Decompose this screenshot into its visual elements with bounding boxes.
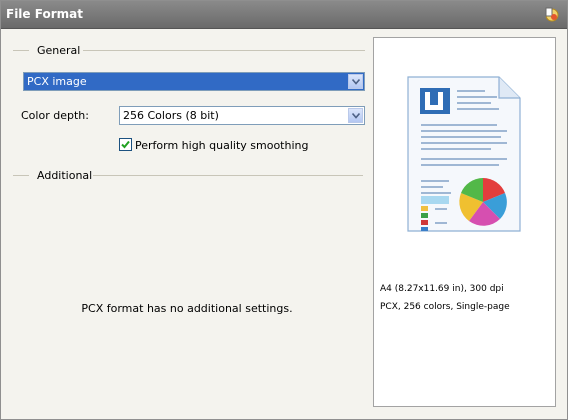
color-depth-label: Color depth:	[21, 109, 89, 122]
format-select[interactable]: PCX image	[23, 72, 365, 91]
general-divider-left	[13, 50, 29, 51]
settings-wand-icon[interactable]	[543, 6, 559, 22]
chevron-down-icon	[352, 79, 360, 85]
preview-size-info: A4 (8.27x11.69 in), 300 dpi	[380, 284, 504, 294]
document-preview-icon	[407, 76, 521, 232]
color-depth-value: 256 Colors (8 bit)	[123, 109, 219, 122]
additional-settings-message: PCX format has no additional settings.	[81, 302, 293, 315]
color-depth-select[interactable]: 256 Colors (8 bit)	[119, 106, 365, 125]
general-group-label: General	[37, 44, 81, 57]
color-depth-dropdown-button[interactable]	[348, 108, 363, 123]
check-icon	[121, 140, 130, 149]
preview-format-info: PCX, 256 colors, Single-page	[380, 302, 510, 312]
smoothing-checkbox[interactable]	[119, 138, 132, 151]
file-format-panel: File Format General PCX image Color dept…	[0, 0, 568, 420]
additional-group-label: Additional	[37, 169, 93, 182]
smoothing-label[interactable]: Perform high quality smoothing	[135, 139, 308, 152]
chevron-down-icon	[352, 113, 360, 119]
format-select-value: PCX image	[27, 75, 87, 88]
format-dropdown-button[interactable]	[348, 74, 363, 89]
additional-divider-right	[93, 175, 363, 176]
additional-divider-left	[13, 175, 29, 176]
general-divider-right	[83, 50, 365, 51]
title-bar: File Format	[1, 1, 567, 29]
preview-panel: A4 (8.27x11.69 in), 300 dpi PCX, 256 col…	[373, 37, 556, 407]
window-title: File Format	[6, 7, 83, 21]
